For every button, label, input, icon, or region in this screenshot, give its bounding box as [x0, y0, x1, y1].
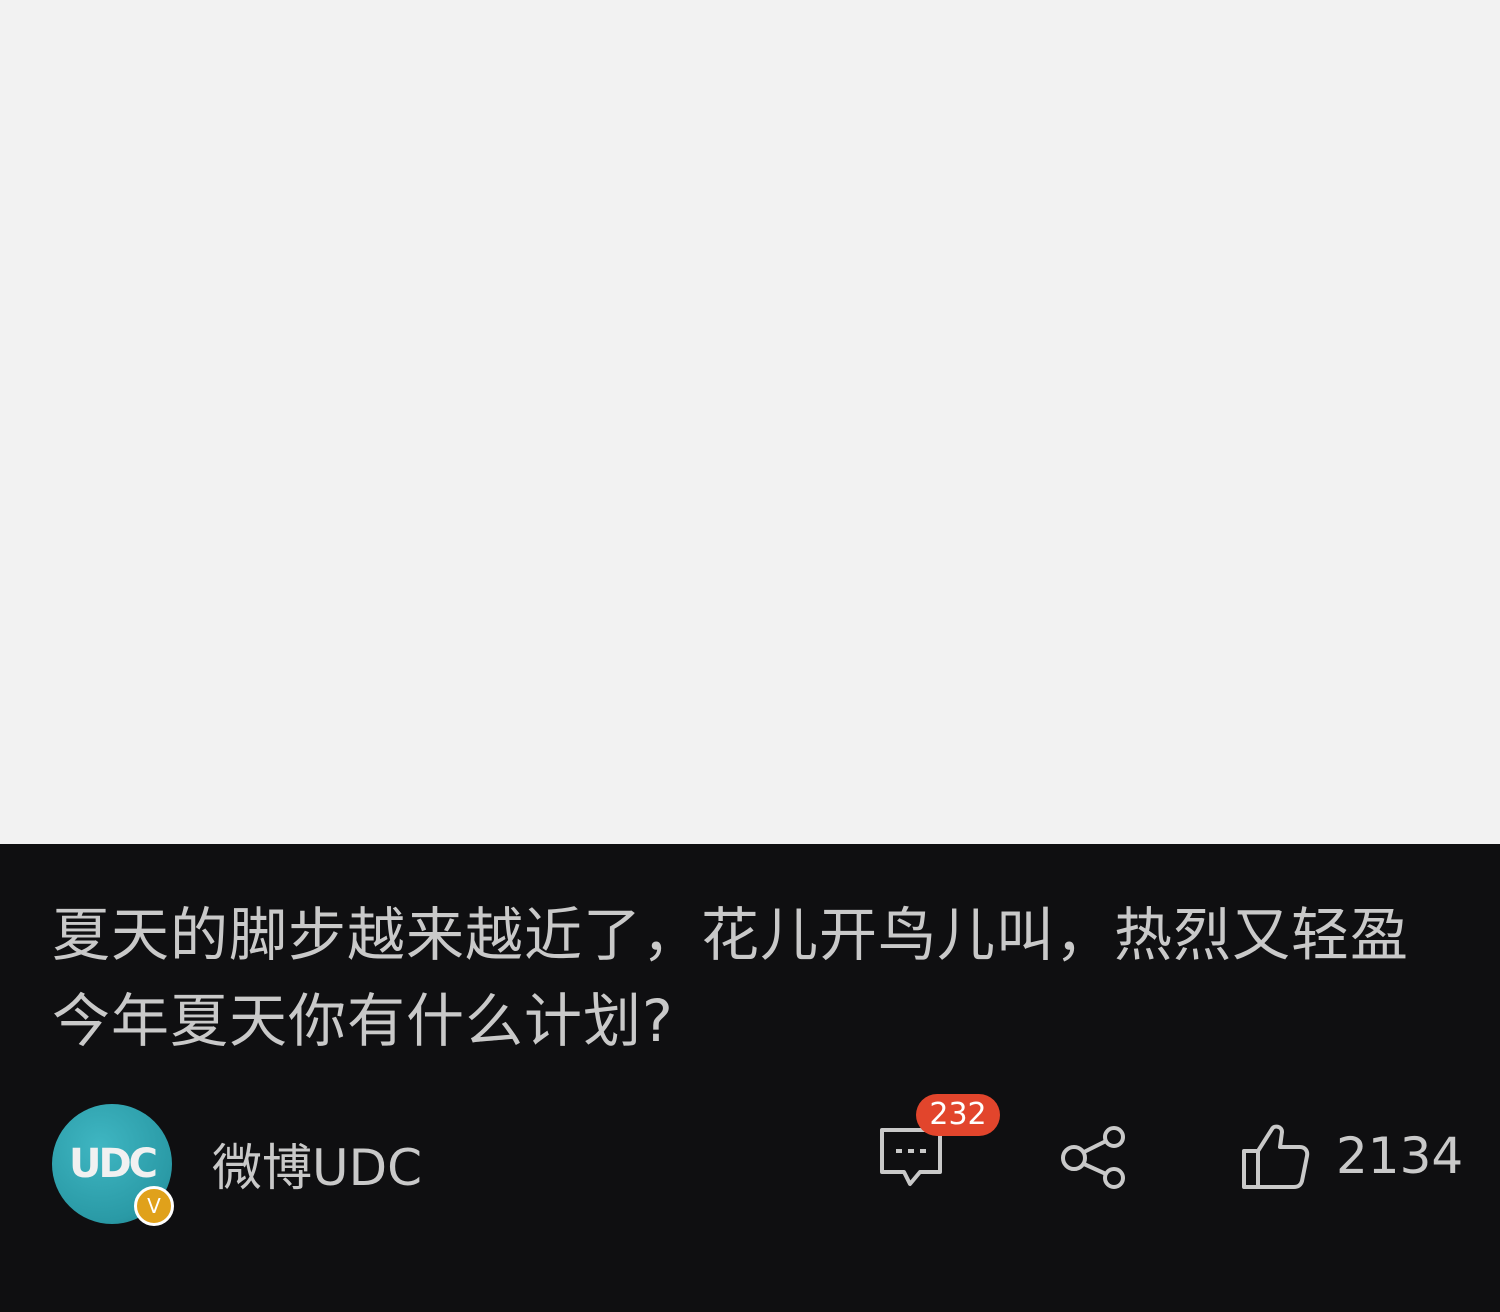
avatar-logo: UDC	[68, 1141, 158, 1187]
media-placeholder[interactable]	[0, 0, 1500, 844]
post-info-panel: 夏天的脚步越来越近了，花儿开鸟儿叫，热烈又轻盈 今年夏天你有什么计划? UDC …	[0, 844, 1500, 1312]
caption-line-1: 夏天的脚步越来越近了，花儿开鸟儿叫，热烈又轻盈	[52, 901, 1410, 969]
comment-count-badge: 232	[916, 1094, 1000, 1136]
share-icon	[1061, 1126, 1125, 1189]
author-name[interactable]: 微博UDC	[212, 1128, 422, 1200]
thumbs-up-icon	[1242, 1124, 1310, 1189]
post-caption: 夏天的脚步越来越近了，花儿开鸟儿叫，热烈又轻盈 今年夏天你有什么计划?	[52, 892, 1452, 1064]
verified-badge-icon: V	[134, 1186, 174, 1226]
avatar[interactable]: UDC V	[52, 1104, 174, 1226]
caption-line-2: 今年夏天你有什么计划?	[52, 987, 674, 1055]
author-row: UDC V 微博UDC	[52, 1104, 422, 1226]
like-button[interactable]: 2134	[1240, 1118, 1463, 1194]
like-count: 2134	[1336, 1127, 1464, 1185]
share-button[interactable]	[1058, 1124, 1130, 1190]
